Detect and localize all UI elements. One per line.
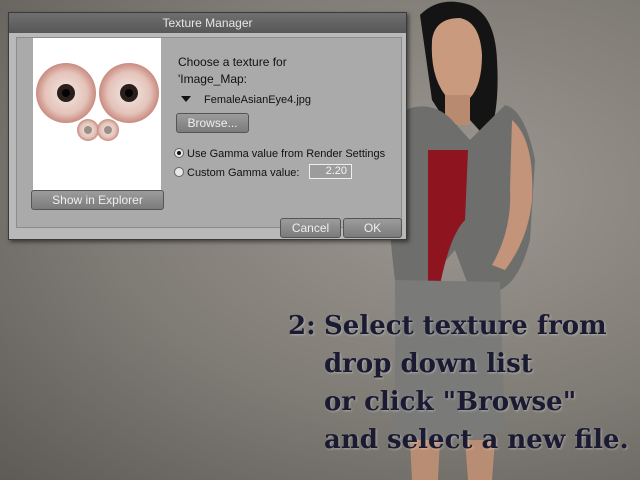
gamma-render-settings-radio[interactable] — [174, 148, 184, 158]
custom-gamma-label: Custom Gamma value: — [187, 167, 300, 179]
caption-line-4: and select a new file. — [324, 425, 629, 455]
browse-button[interactable]: Browse... — [176, 113, 249, 133]
show-in-explorer-button[interactable]: Show in Explorer — [31, 190, 164, 210]
dialog-title: Texture Manager — [9, 13, 406, 33]
chevron-down-icon[interactable] — [181, 96, 191, 102]
texture-dropdown[interactable]: FemaleAsianEye4.jpg — [177, 93, 367, 107]
choose-texture-label: Choose a texture for — [178, 55, 287, 69]
dropdown-selected-value: FemaleAsianEye4.jpg — [204, 94, 312, 106]
step-number: 2: — [288, 311, 316, 341]
ok-button[interactable]: OK — [343, 218, 402, 238]
caption-line-1: Select texture from — [324, 311, 607, 341]
cancel-button[interactable]: Cancel — [280, 218, 341, 238]
caption-line-3: or click "Browse" — [324, 387, 577, 417]
image-map-label: 'Image_Map: — [178, 72, 247, 86]
texture-preview — [33, 38, 161, 190]
texture-manager-dialog: Texture Manager Choose a texture for 'Im — [8, 12, 407, 240]
caption-line-2: drop down list — [324, 349, 533, 379]
gamma-value-field[interactable]: 2.20 — [309, 164, 352, 179]
custom-gamma-radio[interactable] — [174, 167, 184, 177]
gamma-render-settings-label: Use Gamma value from Render Settings — [187, 148, 386, 160]
